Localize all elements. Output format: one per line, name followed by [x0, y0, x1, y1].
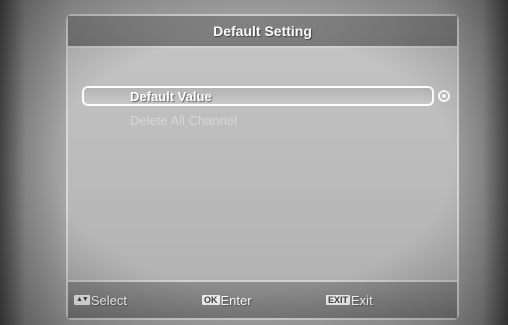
hint-select: ▲▼ Select	[74, 282, 127, 318]
dialog-title: Default Setting	[213, 23, 312, 39]
menu-item-default-value[interactable]: Default Value	[82, 86, 434, 106]
default-setting-dialog: Default Setting Default Value Delete All…	[66, 14, 459, 320]
radio-dot	[442, 94, 446, 98]
key-hint-bar: ▲▼ Select OK Enter EXIT Exit	[68, 282, 457, 318]
dialog-title-bar: Default Setting	[68, 16, 457, 48]
menu-item-label: Default Value	[130, 88, 212, 104]
hint-exit-label: Exit	[351, 292, 373, 308]
tv-screen: Default Setting Default Value Delete All…	[0, 0, 508, 325]
ok-key-icon: OK	[202, 295, 220, 305]
hint-select-label: Select	[90, 292, 127, 308]
radio-selected-icon	[438, 90, 450, 102]
menu-list: Default Value Delete All Channel	[68, 48, 457, 282]
hint-enter: OK Enter	[202, 282, 252, 318]
hint-enter-label: Enter	[220, 292, 252, 308]
menu-item-delete-all-channel[interactable]: Delete All Channel	[82, 110, 434, 130]
menu-item-label: Delete All Channel	[130, 112, 237, 128]
hint-exit: EXIT Exit	[326, 282, 373, 318]
up-down-arrows-icon: ▲▼	[74, 295, 90, 305]
exit-key-icon: EXIT	[326, 295, 351, 305]
